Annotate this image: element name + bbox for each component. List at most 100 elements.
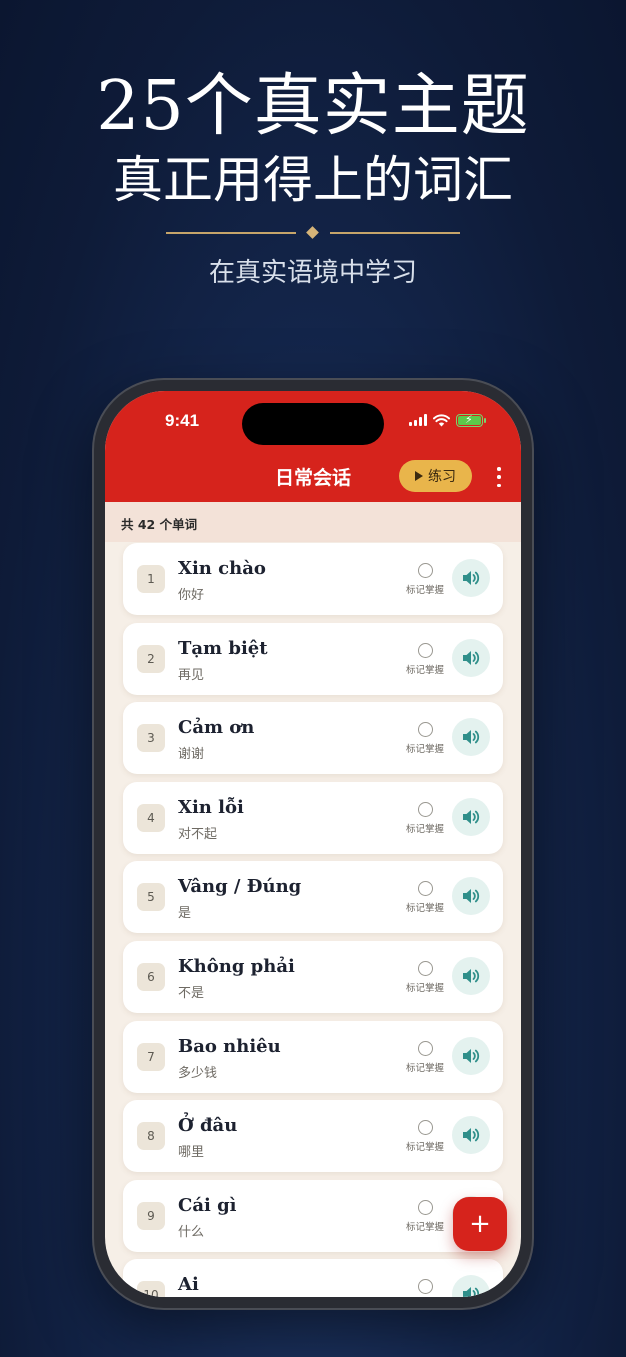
vietnamese-word: Xin lỗi bbox=[178, 796, 244, 818]
wifi-icon bbox=[433, 413, 450, 426]
play-audio-button[interactable] bbox=[452, 1275, 490, 1297]
radio-circle-icon bbox=[417, 1120, 433, 1136]
mark-mastered-toggle[interactable]: 标记掌握 bbox=[403, 1199, 447, 1233]
play-audio-button[interactable] bbox=[452, 1036, 490, 1075]
mark-mastered-label: 标记掌握 bbox=[405, 823, 444, 835]
mark-mastered-label: 标记掌握 bbox=[405, 664, 444, 676]
more-options-icon[interactable] bbox=[493, 467, 505, 487]
chinese-meaning: 你好 bbox=[178, 588, 205, 603]
mark-mastered-toggle[interactable]: 标记掌握 bbox=[403, 801, 447, 835]
vietnamese-word: Không phải bbox=[178, 956, 295, 977]
word-number: 3 bbox=[137, 724, 165, 753]
speaker-icon bbox=[463, 1128, 480, 1143]
plus-icon: + bbox=[469, 1209, 491, 1239]
mark-mastered-label: 标记掌握 bbox=[405, 1062, 444, 1074]
word-number: 2 bbox=[137, 644, 165, 673]
phone-screen: 9:41 ⚡ 日常会话 练习 共 42 个单词 1 Xin chào 你好 标记… bbox=[105, 391, 521, 1297]
radio-circle-icon bbox=[417, 642, 433, 658]
chinese-meaning: 不是 bbox=[178, 986, 205, 1001]
word-number: 5 bbox=[137, 883, 165, 912]
app-header: 9:41 ⚡ 日常会话 练习 bbox=[105, 391, 521, 502]
speaker-icon bbox=[463, 1287, 480, 1297]
mark-mastered-toggle[interactable]: 标记掌握 bbox=[403, 881, 447, 914]
vietnamese-word: Cái gì bbox=[178, 1194, 237, 1216]
radio-circle-icon bbox=[417, 881, 433, 897]
mark-mastered-toggle[interactable]: 标记掌握 bbox=[403, 1040, 447, 1074]
signal-icon bbox=[409, 414, 427, 426]
mark-mastered-toggle[interactable]: 标记掌握 bbox=[403, 563, 447, 596]
play-audio-button[interactable] bbox=[452, 797, 490, 836]
speaker-icon bbox=[463, 1048, 480, 1063]
chinese-meaning: 再见 bbox=[178, 667, 205, 683]
mark-mastered-label: 标记掌握 bbox=[405, 1221, 444, 1233]
chinese-meaning: 谢谢 bbox=[178, 747, 205, 763]
mark-mastered-label: 标记掌握 bbox=[405, 744, 444, 756]
play-audio-button[interactable] bbox=[452, 1116, 490, 1155]
speaker-icon bbox=[463, 650, 480, 665]
mark-mastered-label: 标记掌握 bbox=[405, 983, 444, 994]
word-number: 8 bbox=[137, 1122, 165, 1151]
play-audio-button[interactable] bbox=[452, 638, 490, 677]
decorative-divider bbox=[166, 226, 460, 240]
radio-circle-icon bbox=[417, 1040, 433, 1056]
word-card[interactable]: 2 Tạm biệt 再见 标记掌握 bbox=[123, 622, 503, 695]
mark-mastered-toggle[interactable]: 标记掌握 bbox=[403, 642, 447, 676]
word-card[interactable]: 4 Xin lỗi 对不起 标记掌握 bbox=[123, 781, 503, 854]
word-number: 10 bbox=[137, 1281, 165, 1297]
mark-mastered-toggle[interactable]: 标记掌握 bbox=[403, 1279, 447, 1297]
play-audio-button[interactable] bbox=[452, 559, 490, 597]
vietnamese-word: Ai bbox=[178, 1274, 199, 1296]
diamond-icon bbox=[306, 226, 319, 239]
mark-mastered-label: 标记掌握 bbox=[405, 903, 444, 915]
play-audio-button[interactable] bbox=[452, 877, 490, 916]
dynamic-island bbox=[242, 403, 384, 445]
radio-circle-icon bbox=[417, 563, 433, 578]
practice-button[interactable]: 练习 bbox=[399, 460, 472, 492]
mark-mastered-label: 标记掌握 bbox=[405, 1142, 444, 1154]
vietnamese-word: Ở đâu bbox=[178, 1115, 238, 1137]
word-number: 6 bbox=[137, 963, 165, 991]
mark-mastered-toggle[interactable]: 标记掌握 bbox=[403, 1120, 447, 1153]
word-card[interactable]: 9 Cái gì 什么 标记掌握 bbox=[123, 1179, 503, 1252]
word-card[interactable]: 5 Vâng / Đúng 是 标记掌握 bbox=[123, 861, 503, 934]
word-number: 1 bbox=[137, 565, 165, 593]
chinese-meaning: 是 bbox=[178, 906, 192, 922]
radio-circle-icon bbox=[417, 801, 433, 817]
hero-tagline: 在真实语境中学习 bbox=[208, 258, 417, 288]
vietnamese-word: Cảm ơn bbox=[178, 717, 255, 739]
add-button[interactable]: + bbox=[453, 1197, 507, 1251]
play-audio-button[interactable] bbox=[452, 957, 490, 995]
vietnamese-word: Bao nhiêu bbox=[178, 1035, 281, 1057]
word-number: 7 bbox=[137, 1042, 165, 1071]
speaker-icon bbox=[463, 889, 480, 904]
radio-circle-icon bbox=[417, 1199, 433, 1215]
chinese-meaning: 哪里 bbox=[178, 1145, 205, 1161]
word-card[interactable]: 1 Xin chào 你好 标记掌握 bbox=[123, 543, 503, 615]
word-card[interactable]: 8 Ở đâu 哪里 标记掌握 bbox=[123, 1100, 503, 1173]
word-card[interactable]: 3 Cảm ơn 谢谢 标记掌握 bbox=[123, 702, 503, 775]
speaker-icon bbox=[463, 730, 480, 745]
vietnamese-word: Xin chào bbox=[178, 558, 266, 579]
word-number: 9 bbox=[137, 1201, 165, 1230]
hero-title: 25个真实主题 bbox=[96, 67, 530, 146]
chinese-meaning: 什么 bbox=[178, 1224, 205, 1240]
battery-icon: ⚡ bbox=[456, 413, 486, 427]
phone-frame: 9:41 ⚡ 日常会话 练习 共 42 个单词 1 Xin chào 你好 标记… bbox=[94, 380, 532, 1308]
chinese-meaning: 多少钱 bbox=[178, 1065, 218, 1081]
word-card[interactable]: 10 Ai 标记掌握 bbox=[123, 1259, 503, 1297]
word-card[interactable]: 7 Bao nhiêu 多少钱 标记掌握 bbox=[123, 1020, 503, 1093]
status-time: 9:41 bbox=[165, 411, 200, 430]
mark-mastered-label: 标记掌握 bbox=[405, 585, 444, 596]
hero-subtitle: 真正用得上的词汇 bbox=[113, 151, 513, 209]
word-number: 4 bbox=[137, 803, 165, 832]
word-count: 共 42 个单词 bbox=[121, 517, 198, 532]
radio-circle-icon bbox=[417, 1279, 433, 1295]
play-audio-button[interactable] bbox=[452, 718, 490, 757]
vietnamese-word: Tạm biệt bbox=[178, 637, 268, 659]
mark-mastered-toggle[interactable]: 标记掌握 bbox=[403, 961, 447, 994]
status-icons: ⚡ bbox=[409, 413, 486, 427]
word-count-bar: 共 42 个单词 bbox=[105, 502, 521, 542]
mark-mastered-toggle[interactable]: 标记掌握 bbox=[403, 722, 447, 755]
chinese-meaning: 对不起 bbox=[178, 826, 218, 842]
word-card[interactable]: 6 Không phải 不是 标记掌握 bbox=[123, 941, 503, 1013]
